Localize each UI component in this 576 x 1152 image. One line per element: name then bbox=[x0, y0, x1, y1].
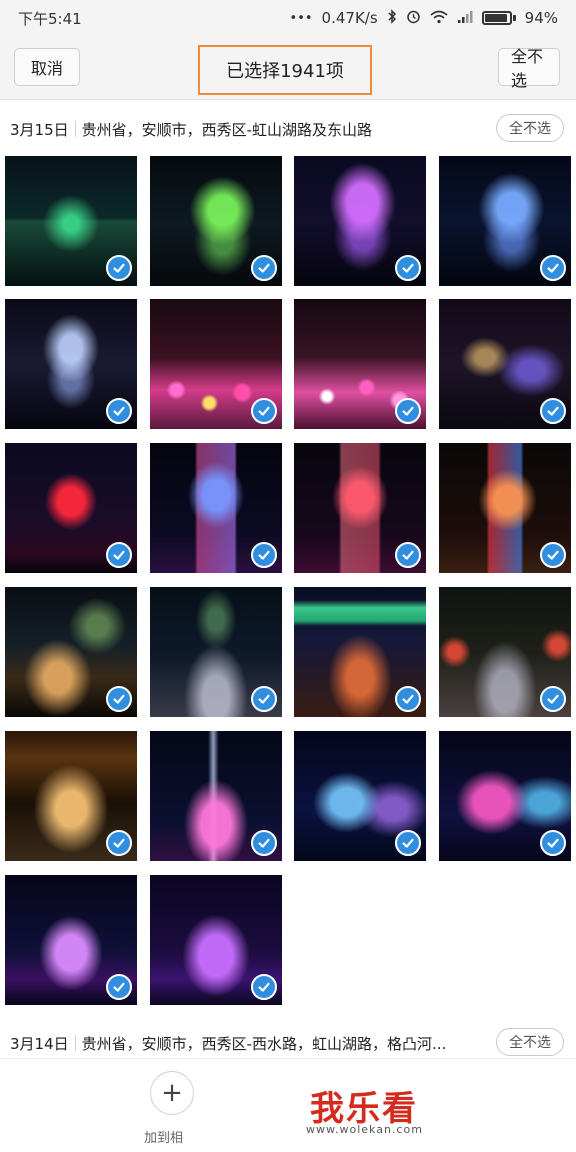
section-deselect-button[interactable]: 全不选 bbox=[496, 114, 564, 142]
photo-thumbnail[interactable] bbox=[150, 156, 282, 286]
checkmark-icon[interactable] bbox=[395, 830, 421, 856]
checkmark-icon[interactable] bbox=[106, 686, 132, 712]
section-date: 3月15日 bbox=[10, 120, 69, 139]
photo-thumbnail[interactable] bbox=[439, 443, 571, 573]
cancel-button[interactable]: 取消 bbox=[14, 48, 80, 86]
section-deselect-button[interactable]: 全不选 bbox=[496, 1028, 564, 1056]
wifi-icon bbox=[430, 10, 448, 27]
add-to-album-label: 加到相 bbox=[144, 1131, 184, 1146]
checkmark-icon[interactable] bbox=[395, 542, 421, 568]
checkmark-icon[interactable] bbox=[395, 255, 421, 281]
checkmark-icon[interactable] bbox=[106, 398, 132, 424]
section-location: 贵州省，安顺市，西秀区-西水路，虹山湖路，格凸河... bbox=[81, 1034, 447, 1053]
photo-thumbnail[interactable] bbox=[5, 587, 137, 717]
network-speed: 0.47K/s bbox=[321, 9, 378, 27]
signal-icon bbox=[457, 10, 473, 27]
section-divider bbox=[74, 1035, 76, 1051]
status-icons: ••• 0.47K/s 94% bbox=[290, 9, 558, 27]
status-bar: 下午5:41 ••• 0.47K/s 94% bbox=[0, 0, 576, 36]
status-time: 下午5:41 bbox=[18, 9, 82, 28]
photo-thumbnail[interactable] bbox=[5, 156, 137, 286]
checkmark-icon[interactable] bbox=[106, 830, 132, 856]
checkmark-icon[interactable] bbox=[251, 686, 277, 712]
checkmark-icon[interactable] bbox=[251, 830, 277, 856]
photo-thumbnail[interactable] bbox=[5, 875, 137, 1005]
section-header-mar15: 3月15日 贵州省，安顺市，西秀区-虹山湖路及东山路 全不选 bbox=[0, 102, 576, 156]
photo-thumbnail[interactable] bbox=[5, 443, 137, 573]
photo-thumbnail[interactable] bbox=[294, 731, 426, 861]
checkmark-icon[interactable] bbox=[106, 542, 132, 568]
photo-thumbnail[interactable] bbox=[439, 731, 571, 861]
deselect-all-button[interactable]: 全不选 bbox=[498, 47, 560, 90]
photo-thumbnail[interactable] bbox=[294, 587, 426, 717]
photo-thumbnail[interactable] bbox=[439, 299, 571, 429]
checkmark-icon[interactable] bbox=[540, 542, 566, 568]
selection-count-title: 已选择1941项 bbox=[198, 45, 372, 95]
photo-thumbnail[interactable] bbox=[150, 299, 282, 429]
photo-thumbnail[interactable] bbox=[294, 156, 426, 286]
photo-thumbnail[interactable] bbox=[150, 587, 282, 717]
photo-thumbnail[interactable] bbox=[439, 156, 571, 286]
checkmark-icon[interactable] bbox=[106, 255, 132, 281]
section-location: 贵州省，安顺市，西秀区-虹山湖路及东山路 bbox=[81, 120, 373, 139]
checkmark-icon[interactable] bbox=[106, 974, 132, 1000]
action-bar: 取消 已选择1941项 全不选 bbox=[0, 36, 576, 100]
photo-thumbnail[interactable] bbox=[294, 299, 426, 429]
section-divider bbox=[74, 121, 76, 137]
plus-icon: + bbox=[161, 1078, 183, 1108]
checkmark-icon[interactable] bbox=[251, 255, 277, 281]
photo-thumbnail[interactable] bbox=[5, 731, 137, 861]
checkmark-icon[interactable] bbox=[395, 686, 421, 712]
checkmark-icon[interactable] bbox=[251, 398, 277, 424]
section-date: 3月14日 bbox=[10, 1034, 69, 1053]
photo-thumbnail[interactable] bbox=[150, 875, 282, 1005]
checkmark-icon[interactable] bbox=[251, 974, 277, 1000]
checkmark-icon[interactable] bbox=[540, 686, 566, 712]
checkmark-icon[interactable] bbox=[540, 398, 566, 424]
bottom-action-bar: + 加到相 我乐看 www.wolekan.com bbox=[0, 1058, 576, 1152]
dots-icon: ••• bbox=[289, 10, 313, 26]
battery-percent: 94% bbox=[524, 9, 558, 27]
photo-thumbnail[interactable] bbox=[294, 443, 426, 573]
photo-thumbnail[interactable] bbox=[150, 443, 282, 573]
checkmark-icon[interactable] bbox=[540, 255, 566, 281]
checkmark-icon[interactable] bbox=[395, 398, 421, 424]
photo-thumbnail[interactable] bbox=[439, 587, 571, 717]
battery-icon bbox=[481, 11, 516, 25]
photo-thumbnail[interactable] bbox=[5, 299, 137, 429]
photo-thumbnail[interactable] bbox=[150, 731, 282, 861]
watermark-url: www.wolekan.com bbox=[306, 1123, 423, 1136]
bluetooth-icon bbox=[387, 9, 397, 27]
checkmark-icon[interactable] bbox=[540, 830, 566, 856]
alarm-icon bbox=[406, 9, 421, 27]
add-to-album-button[interactable]: + bbox=[150, 1071, 194, 1115]
checkmark-icon[interactable] bbox=[251, 542, 277, 568]
